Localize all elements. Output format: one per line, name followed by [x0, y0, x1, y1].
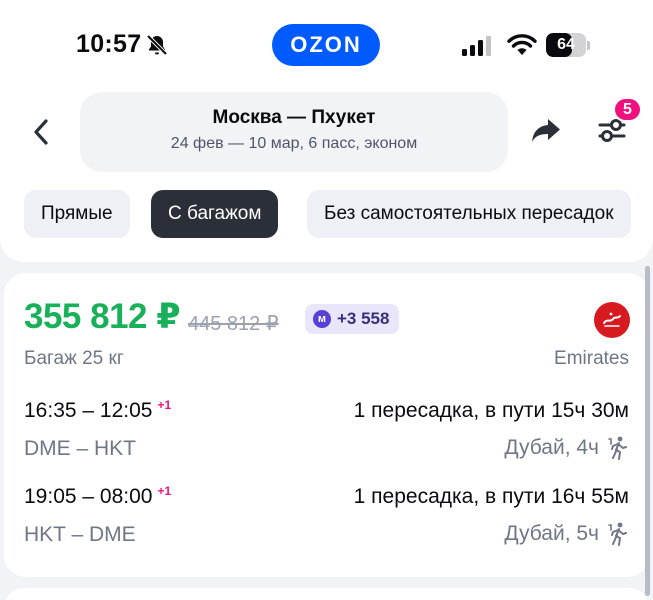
scrollbar[interactable]	[645, 266, 650, 596]
walking-person-icon	[608, 436, 627, 460]
next-offer-card[interactable]	[4, 588, 649, 600]
segment-1-stop: Дубай, 4ч	[504, 436, 629, 460]
old-price: 445 812 ₽	[188, 313, 279, 335]
segment-1-stop-text: Дубай, 4ч	[504, 436, 599, 459]
chevron-left-icon	[34, 119, 48, 145]
walking-person-icon	[608, 522, 627, 546]
wifi-icon	[507, 34, 537, 55]
share-arrow-icon[interactable]	[530, 114, 562, 146]
airline-name: Emirates	[554, 348, 629, 369]
segment-1-summary: 1 пересадка, в пути 15ч 30м	[353, 399, 629, 422]
points-coin-icon: м	[313, 310, 331, 328]
price: 355 812 ₽	[24, 297, 181, 336]
battery-body: 64	[546, 33, 586, 57]
flight-offer-card[interactable]: 355 812 ₽ 445 812 ₽ м +3 558 Багаж 25 кг…	[4, 273, 649, 577]
emirates-logo	[594, 302, 630, 338]
status-time: 10:57	[76, 30, 169, 59]
chip-with-baggage[interactable]: С багажом	[151, 190, 279, 238]
segment-2-airports: HKT – DME	[24, 523, 136, 546]
bell-off-icon	[147, 34, 168, 55]
ozon-logo[interactable]: OZON	[272, 24, 380, 66]
battery-indicator: 64	[546, 33, 590, 57]
points-badge: м +3 558	[305, 304, 400, 334]
segment-2-time-range: 19:05 – 08:00	[24, 485, 153, 508]
segment-2-times: 19:05 – 08:00 +1	[24, 484, 171, 509]
segment-2-stop: Дубай, 5ч	[504, 522, 629, 546]
segment-1-time-range: 16:35 – 12:05	[24, 399, 153, 422]
chip-no-self-transfer[interactable]: Без самостоятельных пересадок	[307, 190, 631, 238]
points-value: +3 558	[337, 309, 390, 328]
chip-direct[interactable]: Прямые	[24, 190, 130, 238]
segment-1-times: 16:35 – 12:05 +1	[24, 398, 171, 423]
route-details: 24 фев — 10 мар, 6 пасс, эконом	[170, 135, 418, 152]
cellular-signal-icon	[462, 36, 491, 56]
next-day-marker: +1	[157, 484, 172, 498]
filter-count-badge: 5	[613, 97, 642, 122]
back-button[interactable]	[24, 113, 58, 151]
battery-level-text: 64	[557, 36, 575, 53]
route-title: Москва — Пхукет	[212, 107, 376, 128]
battery-cap	[587, 40, 590, 50]
baggage-info: Багаж 25 кг	[24, 348, 124, 369]
ozon-logo-text: OZON	[290, 32, 362, 57]
segment-1-airports: DME – HKT	[24, 437, 137, 460]
status-time-text: 10:57	[76, 30, 142, 58]
segment-2-summary: 1 пересадка, в пути 16ч 55м	[353, 485, 629, 508]
next-day-marker: +1	[157, 398, 172, 412]
segment-2-stop-text: Дубай, 5ч	[504, 522, 599, 545]
search-summary[interactable]: Москва — Пхукет 24 фев — 10 мар, 6 пасс,…	[80, 92, 508, 172]
